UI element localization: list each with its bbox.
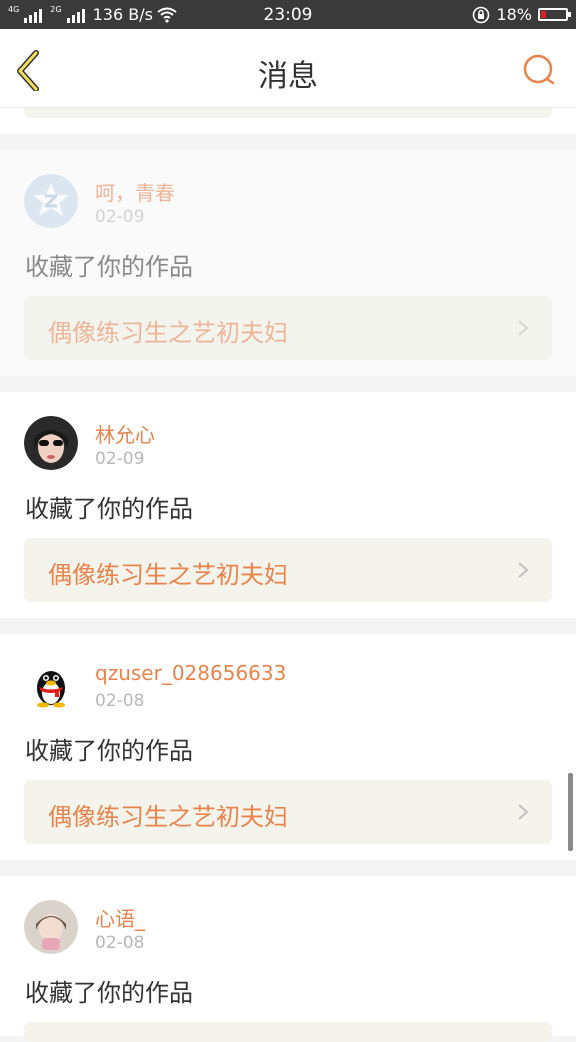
message-date: 02-09 (95, 449, 145, 469)
avatar[interactable] (24, 658, 78, 712)
work-title: 偶像练习生之艺初夫妇 (48, 319, 288, 347)
scrollbar[interactable] (568, 773, 573, 851)
rotation-lock-icon (473, 6, 490, 23)
user-name[interactable]: 呵，青春 (95, 177, 175, 206)
qq-penguin-icon (24, 658, 78, 712)
message-date: 02-08 (95, 691, 145, 711)
chevron-right-icon (518, 562, 529, 578)
action-text: 收藏了你的作品 (25, 495, 193, 523)
battery-percent: 18% (496, 5, 532, 24)
user-name[interactable]: 林允心 (95, 419, 155, 448)
search-button[interactable] (522, 53, 556, 87)
avatar[interactable] (24, 416, 78, 470)
nav-bar: 消息 (0, 29, 576, 108)
page-title: 消息 (258, 59, 318, 94)
work-link-partial[interactable] (24, 108, 552, 118)
work-title: 偶像练习生之艺初夫妇 (48, 803, 288, 831)
work-title: 偶像练习生之艺初夫妇 (48, 561, 288, 589)
list-item-partial (0, 108, 576, 134)
status-right: 18% (472, 0, 571, 29)
message-date: 02-08 (95, 933, 145, 953)
avatar[interactable] (24, 900, 78, 954)
search-icon (523, 54, 555, 85)
photo-avatar-icon (24, 416, 78, 470)
work-link[interactable]: 偶像练习生之艺初夫妇 (24, 538, 552, 602)
work-link[interactable]: 偶像练习生之艺初夫妇 (24, 296, 552, 360)
work-link[interactable]: 偶像练习生之艺初夫妇 (24, 780, 552, 844)
list-item: 呵，青春 02-09 收藏了你的作品 偶像练习生之艺初夫妇 (0, 150, 576, 376)
list-item: qzuser_028656633 02-08 收藏了你的作品 偶像练习生之艺初夫… (0, 634, 576, 860)
action-text: 收藏了你的作品 (25, 737, 193, 765)
work-link-partial[interactable] (24, 1022, 552, 1042)
avatar[interactable] (24, 174, 78, 228)
user-name[interactable]: qzuser_028656633 (95, 661, 286, 685)
action-text: 收藏了你的作品 (25, 253, 193, 281)
list-item: 心语_ 02-08 收藏了你的作品 (0, 876, 576, 1042)
photo-avatar-icon (24, 900, 78, 954)
action-text: 收藏了你的作品 (25, 979, 193, 1007)
list-item: 林允心 02-09 收藏了你的作品 偶像练习生之艺初夫妇 (0, 392, 576, 618)
chevron-right-icon (518, 320, 529, 336)
user-name[interactable]: 心语_ (95, 903, 145, 932)
status-bar: 4G 2G 136 B/s 23:09 18% (0, 0, 576, 29)
battery-icon (538, 8, 571, 21)
qzone-default-avatar-icon (24, 174, 78, 228)
message-date: 02-09 (95, 207, 145, 227)
chevron-right-icon (518, 804, 529, 820)
message-list: 呵，青春 02-09 收藏了你的作品 偶像练习生之艺初夫妇 林允心 02-09 … (0, 108, 576, 1042)
